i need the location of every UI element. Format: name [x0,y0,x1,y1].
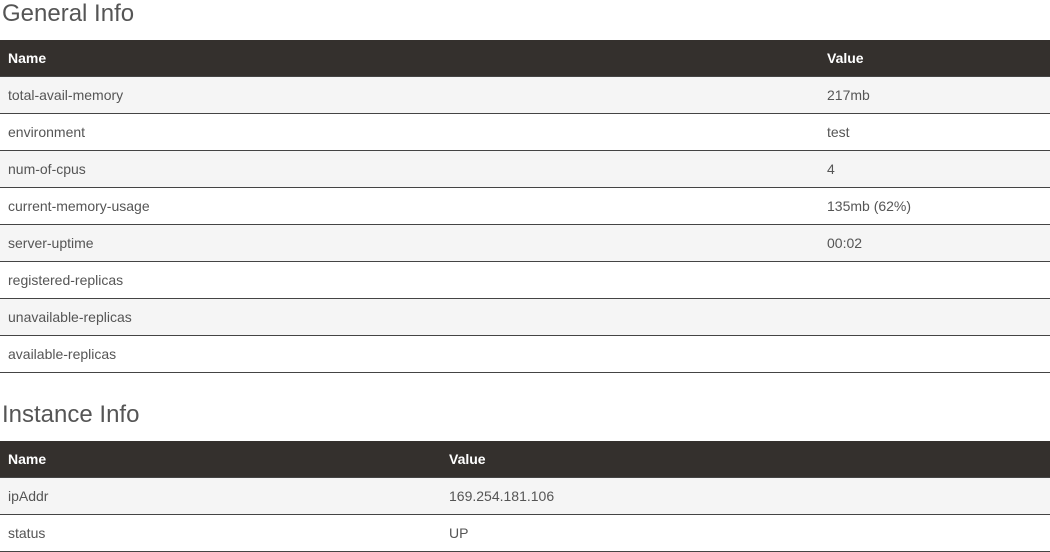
general-info-heading: General Info [0,0,1050,28]
cell-value: 135mb (62%) [819,188,1050,225]
cell-name: registered-replicas [0,262,819,299]
cell-value: 4 [819,151,1050,188]
cell-name: status [0,515,441,552]
cell-value: 00:02 [819,225,1050,262]
cell-name: num-of-cpus [0,151,819,188]
cell-name: unavailable-replicas [0,299,819,336]
cell-value: test [819,114,1050,151]
general-info-table: Name Value total-avail-memory 217mb envi… [0,40,1050,373]
table-row: total-avail-memory 217mb [0,77,1050,114]
table-row: unavailable-replicas [0,299,1050,336]
instance-header-name: Name [0,441,441,478]
instance-header-value: Value [441,441,1050,478]
table-row: environment test [0,114,1050,151]
cell-name: current-memory-usage [0,188,819,225]
cell-value: 169.254.181.106 [441,478,1050,515]
instance-info-heading: Instance Info [0,401,1050,429]
table-row: current-memory-usage 135mb (62%) [0,188,1050,225]
cell-name: ipAddr [0,478,441,515]
table-row: status UP [0,515,1050,552]
cell-value: 217mb [819,77,1050,114]
instance-info-table: Name Value ipAddr 169.254.181.106 status… [0,441,1050,552]
table-row: num-of-cpus 4 [0,151,1050,188]
cell-name: environment [0,114,819,151]
table-row: server-uptime 00:02 [0,225,1050,262]
cell-name: available-replicas [0,336,819,373]
cell-value: UP [441,515,1050,552]
table-row: registered-replicas [0,262,1050,299]
cell-value [819,299,1050,336]
general-header-name: Name [0,40,819,77]
general-header-value: Value [819,40,1050,77]
table-row: ipAddr 169.254.181.106 [0,478,1050,515]
cell-name: total-avail-memory [0,77,819,114]
cell-value [819,336,1050,373]
cell-value [819,262,1050,299]
cell-name: server-uptime [0,225,819,262]
table-row: available-replicas [0,336,1050,373]
